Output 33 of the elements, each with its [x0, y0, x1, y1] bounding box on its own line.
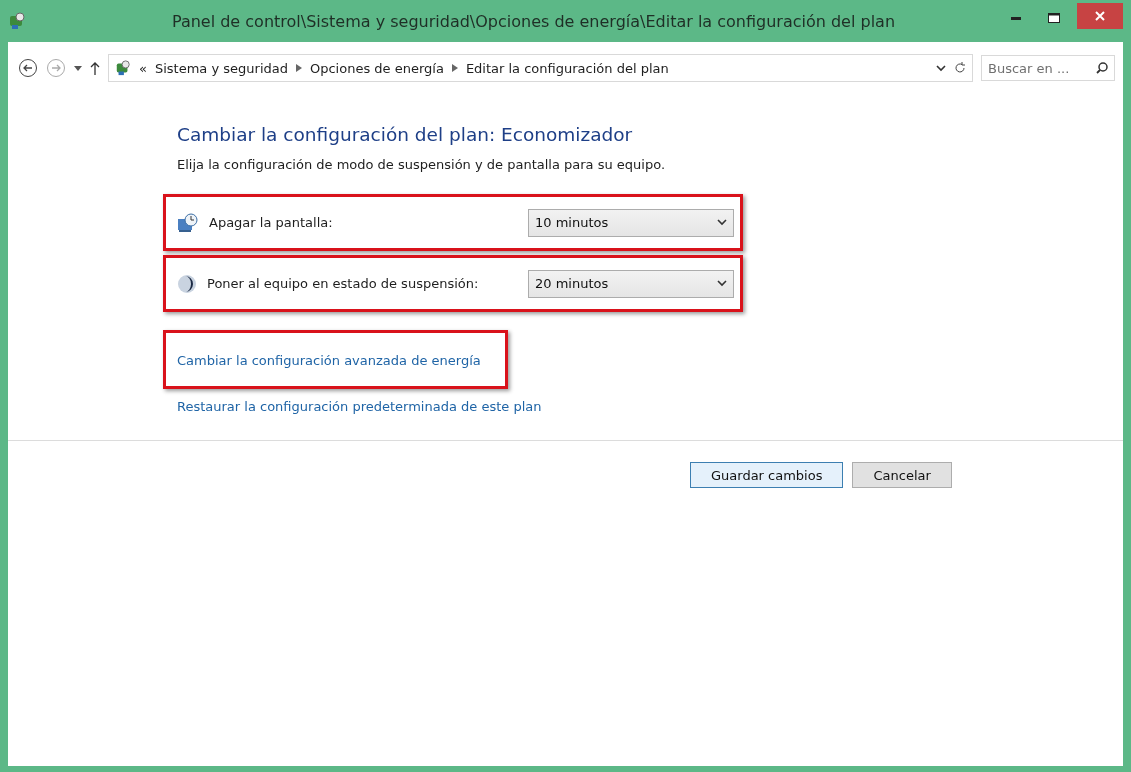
- breadcrumb-item[interactable]: Opciones de energía: [310, 60, 444, 76]
- close-button[interactable]: [1077, 3, 1123, 29]
- back-button[interactable]: [18, 58, 38, 78]
- recent-dropdown-button[interactable]: [74, 65, 82, 71]
- maximize-icon: [1048, 13, 1060, 23]
- search-field[interactable]: Buscar en ...: [981, 55, 1115, 81]
- breadcrumb-item[interactable]: Editar la configuración del plan: [465, 60, 669, 76]
- setting-label: Apagar la pantalla:: [209, 215, 334, 230]
- moon-icon: [177, 273, 197, 294]
- dropdown[interactable]: 20 minutos: [528, 269, 734, 298]
- setting-label: Poner al equipo en estado de suspensión:: [207, 276, 480, 291]
- chevron-right-icon: [296, 64, 302, 72]
- search-icon: [1096, 62, 1108, 74]
- address-bar[interactable]: « Sistema y seguridad Opciones de energía Editar la configuración del plan: [108, 54, 973, 82]
- chevron-right-icon: [451, 64, 458, 72]
- close-icon: [1095, 11, 1105, 21]
- monitor-clock-icon: [177, 212, 199, 233]
- up-button[interactable]: [90, 61, 100, 75]
- refresh-icon[interactable]: [954, 62, 966, 74]
- link[interactable]: Restaurar la configuración predeterminada de este plan: [177, 399, 542, 414]
- dropdown[interactable]: 10 minutos: [528, 208, 734, 237]
- dialog-button[interactable]: Cancelar: [852, 462, 952, 488]
- window-title: Panel de control\Sistema y seguridad\Opciones de energía\Editar la configuración del plan: [170, 11, 897, 31]
- chevron-down-icon: [717, 219, 727, 226]
- minimize-icon: [1011, 16, 1021, 20]
- overflow-crumb[interactable]: «: [139, 60, 147, 76]
- breadcrumb-item[interactable]: Sistema y seguridad: [154, 60, 288, 76]
- chevron-down-icon: [936, 64, 946, 72]
- page-description: Elija la configuración de modo de suspensión y de pantalla para su equipo.: [177, 157, 667, 172]
- chevron-down-icon: [717, 280, 727, 287]
- page-heading: Cambiar la configuración del plan: Economizador: [177, 124, 634, 145]
- dialog-button[interactable]: Guardar cambios: [690, 462, 844, 488]
- link[interactable]: Cambiar la configuración avanzada de energía: [177, 353, 481, 368]
